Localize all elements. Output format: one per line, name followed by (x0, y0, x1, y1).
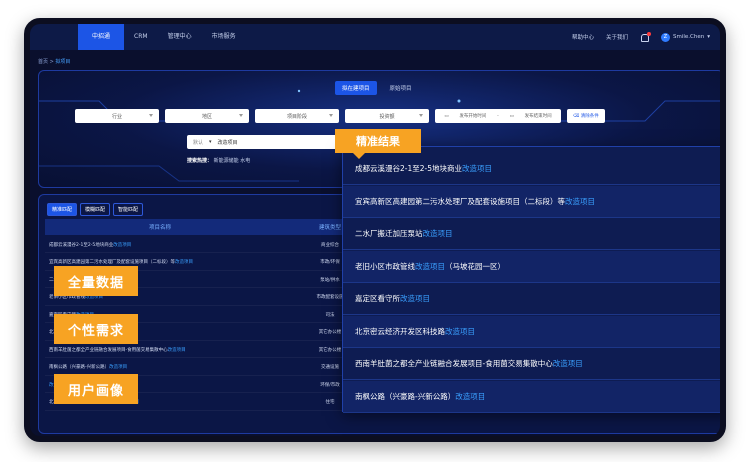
tab-fuzzy-match[interactable]: 模糊匹配 (80, 203, 111, 216)
result-name: 西南羊肚菌之都全产业链融合发展项目-食用菌交易集散中心 (355, 359, 553, 368)
avatar: Z (661, 32, 670, 42)
clear-filters-button[interactable]: ⌫ 清除条件 (567, 109, 605, 123)
user-menu[interactable]: Z Smile.Chen ▾ (661, 32, 710, 42)
chevron-down-icon (239, 114, 243, 117)
breadcrumb-current: 拟项目 (55, 59, 71, 65)
popup-title: 精准结果 (335, 129, 421, 159)
region-dropdown[interactable]: 地区 (165, 109, 249, 123)
date-start[interactable]: 发布开始时间 (459, 113, 486, 119)
project-name-text: 南枫公路（兴豪路-兴新公路） (49, 365, 110, 370)
date-range-picker[interactable]: ▭ 发布开始时间 - ▭ 发布结束时间 (435, 109, 561, 123)
project-name[interactable]: 南枫公路（兴豪路-兴新公路）改造项目 (45, 364, 275, 370)
project-name-text: 成都云溪漫谷2-1至2-5地块商业 (49, 242, 114, 248)
nav-tab-crm[interactable]: CRM (124, 24, 158, 50)
feature-badge: 个性需求 (54, 314, 139, 344)
chevron-down-icon (419, 114, 423, 117)
feature-badge: 用户画像 (54, 374, 139, 404)
search-mode-select[interactable]: 默认 (193, 139, 203, 146)
breadcrumb: 首页 > 拟项目 (38, 58, 70, 65)
result-name: 宜宾高新区高建园第二污水处理厂及配套设施项目（二标段）等 (355, 196, 565, 206)
help-link[interactable]: 帮助中心 (572, 33, 594, 41)
chevron-down-icon (149, 114, 153, 117)
result-highlight: 改造项目 (565, 196, 595, 206)
stage-dropdown[interactable]: 项目阶段 (255, 109, 339, 123)
trash-icon: ⌫ (573, 113, 581, 119)
breadcrumb-home[interactable]: 首页 (38, 59, 48, 65)
project-name[interactable]: 宜宾高新区高建园第二污水处理厂及配套设施项目（二标段）等改造项目 (45, 259, 275, 265)
result-highlight: 改造项目 (400, 294, 430, 303)
result-highlight: 改造项目 (445, 326, 475, 336)
result-name: 嘉定区看守所 (355, 294, 400, 303)
project-name-text: 宜宾高新区高建园第二污水处理厂及配套设施项目（二标段）等 (49, 260, 175, 265)
user-name: Smile.Chen (673, 34, 705, 40)
result-name: 老旧小区市政管线 (355, 261, 415, 271)
result-name: 南枫公路（兴豪路-兴新公路） (355, 391, 456, 401)
date-separator: - (497, 113, 499, 119)
hot-searches-label: 搜索热搜： (187, 158, 213, 164)
app-window: 中招通 CRM 管理中心 市场服务 帮助中心 关于我们 Z Smile.Chen… (24, 18, 726, 442)
match-tabs: 精准匹配 模糊匹配 智能匹配 (47, 203, 144, 216)
hot-searches-words[interactable]: 新能源储能 水电 (214, 158, 251, 164)
top-nav: 中招通 CRM 管理中心 市场服务 帮助中心 关于我们 Z Smile.Chen… (30, 24, 720, 50)
project-name[interactable]: 成都云溪漫谷2-1至2-5地块商业改造项目 (45, 242, 275, 248)
popup-result-item[interactable]: 宜宾高新区高建园第二污水处理厂及配套设施项目（二标段）等 改造项目 (343, 185, 720, 218)
project-type-toggle: 拟在建项目 原始项目 (335, 81, 419, 95)
about-link[interactable]: 关于我们 (606, 33, 628, 41)
bell-icon[interactable] (640, 31, 651, 42)
project-name[interactable]: 西南羊肚菌之都全产业链融合发展项目-食用菌交易集散中心改造项目 (45, 347, 275, 353)
filter-row: 行业 地区 项目阶段 投资额 ▭ 发布开始时间 - ▭ 发布结束时间 ⌫ 清除条… (75, 109, 605, 123)
chevron-down-icon: ▾ (209, 139, 212, 145)
industry-dropdown[interactable]: 行业 (75, 109, 159, 123)
tab-exact-match[interactable]: 精准匹配 (47, 203, 78, 216)
notification-dot (647, 31, 651, 36)
popup-result-item[interactable]: 南枫公路（兴豪路-兴新公路） 改造项目 (343, 380, 720, 413)
result-name: 成都云溪漫谷2-1至2-5地块商业 (355, 164, 462, 173)
nav-tab-admin[interactable]: 管理中心 (158, 24, 202, 50)
chevron-down-icon: ▾ (707, 34, 710, 40)
result-highlight: 改造项目 (455, 391, 486, 401)
project-name-text: 西南羊肚菌之都全产业链融合发展项目-食用菌交易集散中心 (49, 347, 168, 353)
result-highlight: 改造项目 (415, 261, 445, 271)
top-right-menu: 帮助中心 关于我们 Z Smile.Chen ▾ (572, 24, 710, 50)
popup-result-item[interactable]: 成都云溪漫谷2-1至2-5地块商业 改造项目 (343, 153, 720, 185)
chevron-down-icon (329, 114, 333, 117)
popup-result-item[interactable]: 西南羊肚菌之都全产业链融合发展项目-食用菌交易集散中心 改造项目 (343, 348, 720, 380)
popup-result-item[interactable]: 北京密云经济开发区科技路 改造项目 (343, 315, 720, 348)
nav-tab-market[interactable]: 市场服务 (202, 24, 246, 50)
project-name-highlight: 改造项目 (113, 242, 132, 248)
nav-tabs: 中招通 CRM 管理中心 市场服务 (78, 24, 246, 50)
hot-searches: 搜索热搜： 新能源储能 水电 (187, 157, 250, 164)
result-name: 北京密云经济开发区科技路 (355, 326, 445, 336)
region-label: 地区 (201, 113, 212, 120)
feature-badge: 全量数据 (54, 266, 139, 296)
result-highlight: 改造项目 (552, 359, 583, 368)
project-name-highlight: 改造项目 (109, 365, 128, 370)
project-name-highlight: 改造项目 (167, 347, 186, 353)
calendar-icon: ▭ (444, 113, 449, 119)
calendar-icon: ▭ (509, 113, 514, 119)
clear-filters-label: 清除条件 (580, 114, 599, 119)
result-suffix: （马坡花园一区） (445, 261, 505, 271)
date-end[interactable]: 发布结束时间 (525, 113, 552, 119)
exact-results-popup: 精准结果 成都云溪漫谷2-1至2-5地块商业 改造项目 宜宾高新区高建园第二污水处理… (335, 129, 720, 413)
tab-smart-match[interactable]: 智能匹配 (113, 203, 144, 216)
result-highlight: 改造项目 (462, 164, 492, 173)
search-value: 改造项目 (217, 139, 238, 146)
breadcrumb-sep: > (49, 59, 54, 65)
industry-label: 行业 (111, 113, 122, 120)
result-name: 二水厂搬迁加压泵站 (355, 229, 423, 238)
popup-result-item[interactable]: 老旧小区市政管线 改造项目 （马坡花园一区） (343, 250, 720, 283)
project-name-highlight: 改造项目 (175, 260, 193, 265)
nav-tab-zhongzhaotong[interactable]: 中招通 (78, 24, 125, 50)
investment-dropdown[interactable]: 投资额 (345, 109, 429, 123)
result-highlight: 改造项目 (422, 229, 453, 238)
col-project-name: 项目名称 (148, 225, 171, 231)
popup-result-item[interactable]: 嘉定区看守所 改造项目 (343, 283, 720, 315)
toggle-original-projects[interactable]: 原始项目 (383, 81, 419, 95)
investment-label: 投资额 (379, 113, 395, 120)
toggle-planned-projects[interactable]: 拟在建项目 (335, 81, 377, 95)
stage-label: 项目阶段 (286, 113, 307, 120)
popup-result-item[interactable]: 二水厂搬迁加压泵站 改造项目 (343, 218, 720, 250)
